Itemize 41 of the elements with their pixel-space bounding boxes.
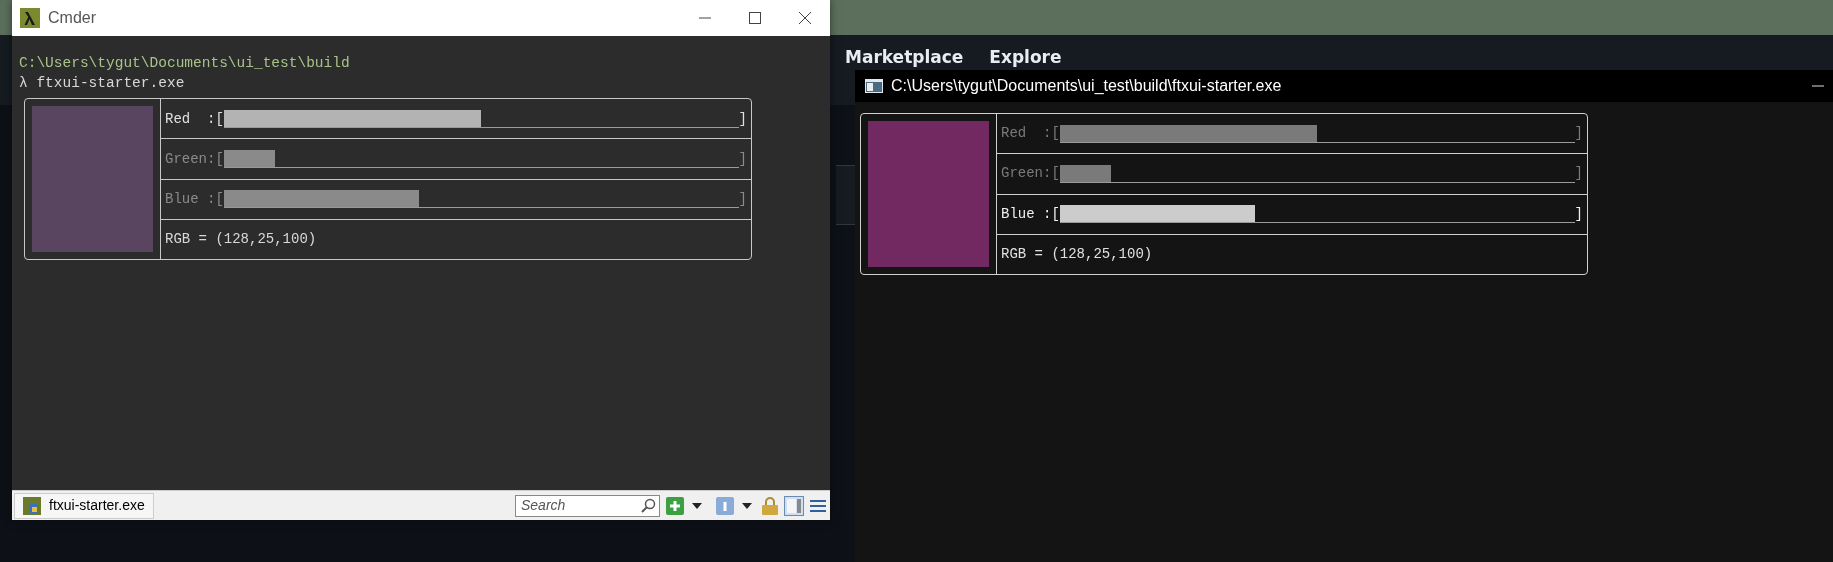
slider-label: Red :[ bbox=[165, 109, 224, 129]
app-icon bbox=[23, 496, 41, 515]
search-field[interactable]: Search bbox=[515, 494, 660, 517]
prompt-path: C:\Users\tygut\Documents\ui_test\build bbox=[19, 54, 351, 73]
search-icon bbox=[640, 497, 656, 514]
window-title: Cmder bbox=[48, 8, 96, 28]
slider[interactable] bbox=[223, 190, 739, 209]
slider-end: ] bbox=[738, 109, 747, 129]
nav-link[interactable]: Explore bbox=[989, 45, 1062, 71]
slider-label: Blue :[ bbox=[1001, 204, 1060, 224]
slider-end: ] bbox=[738, 149, 747, 169]
close-icon[interactable] bbox=[798, 11, 812, 25]
slider[interactable] bbox=[1059, 164, 1575, 183]
rgb-readout: RGB = (128,25,100) bbox=[165, 230, 317, 250]
slider-label: Green:[ bbox=[1001, 164, 1060, 184]
rgb-readout: RGB = (128,25,100) bbox=[1001, 244, 1153, 264]
slider[interactable] bbox=[1059, 205, 1575, 224]
slider-end: ] bbox=[1574, 164, 1583, 184]
slider[interactable] bbox=[1059, 124, 1575, 143]
plus-icon[interactable] bbox=[666, 496, 684, 515]
slider-end: ] bbox=[738, 190, 747, 210]
caret-icon[interactable] bbox=[742, 502, 752, 509]
console-icon bbox=[865, 79, 883, 93]
console-tab[interactable]: ftxui-starter.exe bbox=[14, 492, 154, 519]
slider-label: Green:[ bbox=[165, 149, 224, 169]
menu-icon[interactable] bbox=[810, 498, 826, 513]
page-panel-edge bbox=[836, 165, 855, 225]
lock-icon[interactable] bbox=[762, 496, 778, 515]
slider-label: Blue :[ bbox=[165, 190, 224, 210]
nav-link[interactable]: Marketplace bbox=[845, 45, 964, 71]
slider[interactable] bbox=[223, 109, 739, 128]
slider[interactable] bbox=[223, 149, 739, 168]
caret-icon[interactable] bbox=[692, 502, 702, 509]
command-line: λ ftxui-starter.exe bbox=[19, 74, 186, 93]
slider-end: ] bbox=[1574, 204, 1583, 224]
slider-end: ] bbox=[1574, 124, 1583, 144]
panel-icon[interactable] bbox=[784, 495, 804, 516]
maximize-icon[interactable] bbox=[748, 11, 762, 25]
window-title: C:\Users\tygut\Documents\ui_test\build\ftxui-starter.exe bbox=[891, 76, 1282, 96]
slider-label: Red :[ bbox=[1001, 124, 1060, 144]
lambda-icon bbox=[20, 8, 40, 28]
